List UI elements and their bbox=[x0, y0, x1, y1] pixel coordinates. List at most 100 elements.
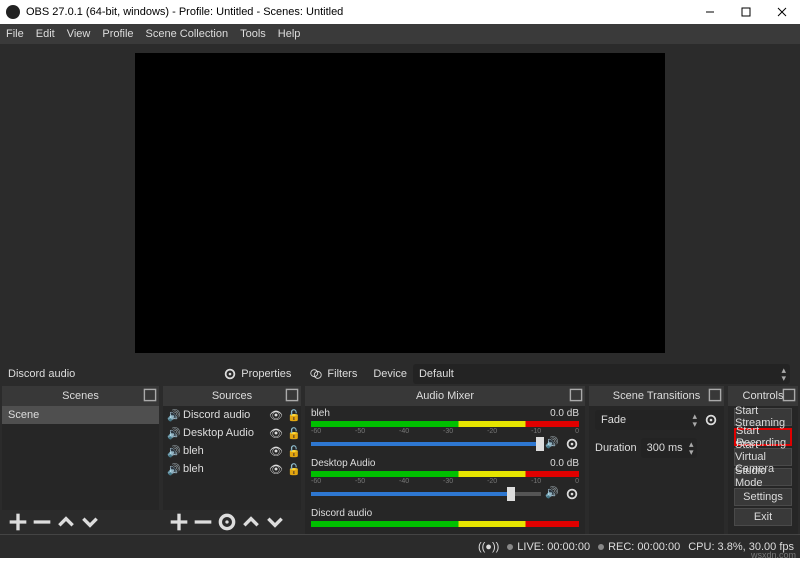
scene-add-button[interactable] bbox=[8, 512, 28, 532]
maximize-button[interactable] bbox=[728, 0, 764, 24]
menu-bar: File Edit View Profile Scene Collection … bbox=[0, 24, 800, 44]
lock-toggle[interactable]: 🔓 bbox=[287, 426, 301, 440]
start-streaming-button[interactable]: Start Streaming bbox=[734, 408, 792, 426]
controls-popout-icon[interactable] bbox=[782, 388, 796, 402]
meter-ticks: -60-50-40-30-20-100 bbox=[311, 478, 579, 484]
minimize-button[interactable] bbox=[692, 0, 728, 24]
close-button[interactable] bbox=[764, 0, 800, 24]
duration-input[interactable]: 300 ms ▴▾ bbox=[641, 438, 697, 458]
window-titlebar: OBS 27.0.1 (64-bit, windows) - Profile: … bbox=[0, 0, 800, 24]
controls-header: Controls bbox=[728, 386, 798, 406]
speaker-icon: 🔊 bbox=[167, 463, 179, 476]
sources-popout-icon[interactable] bbox=[285, 388, 299, 402]
scene-remove-button[interactable] bbox=[32, 512, 52, 532]
mixer-popout-icon[interactable] bbox=[569, 388, 583, 402]
source-label: bleh bbox=[183, 463, 265, 475]
menu-file[interactable]: File bbox=[6, 28, 24, 40]
properties-button[interactable]: Properties bbox=[215, 364, 299, 384]
scene-down-button[interactable] bbox=[80, 512, 100, 532]
menu-tools[interactable]: Tools bbox=[240, 28, 266, 40]
source-settings-button[interactable] bbox=[217, 512, 237, 532]
level-meter bbox=[311, 471, 579, 477]
level-meter bbox=[311, 421, 579, 427]
visibility-toggle[interactable]: 👁 bbox=[269, 408, 283, 422]
source-down-button[interactable] bbox=[265, 512, 285, 532]
duration-label: Duration bbox=[595, 442, 637, 454]
updown-icon: ▴▾ bbox=[689, 440, 694, 456]
source-label: Desktop Audio bbox=[183, 427, 265, 439]
lock-toggle[interactable]: 🔓 bbox=[287, 408, 301, 422]
transitions-popout-icon[interactable] bbox=[708, 388, 722, 402]
start-virtual-camera-button[interactable]: Start Virtual Camera bbox=[734, 448, 792, 466]
source-remove-button[interactable] bbox=[193, 512, 213, 532]
lock-toggle[interactable]: 🔓 bbox=[287, 444, 301, 458]
broadcast-icon: ((●)) bbox=[478, 541, 499, 553]
mute-toggle[interactable]: 🔊 bbox=[545, 486, 561, 502]
source-toolbar: Discord audio Properties Filters Device … bbox=[0, 362, 800, 386]
transitions-title: Scene Transitions bbox=[613, 390, 700, 402]
volume-slider[interactable] bbox=[311, 492, 541, 496]
channel-name: Desktop Audio bbox=[311, 458, 376, 469]
speaker-icon: 🔊 bbox=[167, 409, 179, 422]
scenes-popout-icon[interactable] bbox=[143, 388, 157, 402]
menu-profile[interactable]: Profile bbox=[102, 28, 133, 40]
rec-status: REC: 00:00:00 bbox=[608, 541, 680, 553]
filter-icon bbox=[309, 367, 323, 381]
settings-button[interactable]: Settings bbox=[734, 488, 792, 506]
scenes-header: Scenes bbox=[2, 386, 159, 406]
studio-mode-button[interactable]: Studio Mode bbox=[734, 468, 792, 486]
source-row[interactable]: 🔊 bleh 👁 🔓 bbox=[163, 442, 301, 460]
visibility-toggle[interactable]: 👁 bbox=[269, 444, 283, 458]
exit-button[interactable]: Exit bbox=[734, 508, 792, 526]
transition-select[interactable]: Fade ▴▾ bbox=[595, 410, 700, 430]
channel-settings-icon[interactable] bbox=[565, 487, 579, 501]
scenes-title: Scenes bbox=[62, 390, 99, 402]
rec-dot-icon bbox=[598, 544, 604, 550]
live-status: LIVE: 00:00:00 bbox=[517, 541, 590, 553]
mixer-body: bleh 0.0 dB -60-50-40-30-20-100 🔊 Desktop… bbox=[305, 406, 585, 534]
source-label: bleh bbox=[183, 445, 265, 457]
scene-item[interactable]: Scene bbox=[2, 406, 159, 424]
scenes-list[interactable]: Scene bbox=[2, 406, 159, 510]
speaker-icon: 🔊 bbox=[167, 445, 179, 458]
source-row[interactable]: 🔊 Desktop Audio 👁 🔓 bbox=[163, 424, 301, 442]
sources-list[interactable]: 🔊 Discord audio 👁 🔓 🔊 Desktop Audio 👁 🔓 … bbox=[163, 406, 301, 510]
mixer-channel: Discord audio bbox=[305, 506, 585, 531]
channel-db: 0.0 dB bbox=[550, 408, 579, 419]
menu-edit[interactable]: Edit bbox=[36, 28, 55, 40]
transition-settings-icon[interactable] bbox=[704, 413, 718, 427]
source-row[interactable]: 🔊 Discord audio 👁 🔓 bbox=[163, 406, 301, 424]
watermark: wsxdn.com bbox=[751, 550, 796, 560]
channel-name: Discord audio bbox=[311, 508, 372, 519]
device-select[interactable]: Default ▴▾ bbox=[413, 364, 790, 384]
transitions-header: Scene Transitions bbox=[589, 386, 724, 406]
channel-name: bleh bbox=[311, 408, 330, 419]
sources-title: Sources bbox=[212, 390, 252, 402]
scene-transitions-dock: Scene Transitions Fade ▴▾ Duration 300 m… bbox=[589, 386, 724, 534]
channel-settings-icon[interactable] bbox=[565, 437, 579, 451]
menu-scene-collection[interactable]: Scene Collection bbox=[146, 28, 229, 40]
volume-slider[interactable] bbox=[311, 442, 541, 446]
lock-toggle[interactable]: 🔓 bbox=[287, 462, 301, 476]
source-label: Discord audio bbox=[183, 409, 265, 421]
scene-up-button[interactable] bbox=[56, 512, 76, 532]
visibility-toggle[interactable]: 👁 bbox=[269, 426, 283, 440]
controls-dock: Controls Start Streaming Start Recording… bbox=[728, 386, 798, 534]
audio-mixer-dock: Audio Mixer bleh0.0 dB -60-50-40-30-20-1… bbox=[305, 386, 585, 534]
channel-db: 0.0 dB bbox=[550, 458, 579, 469]
visibility-toggle[interactable]: 👁 bbox=[269, 462, 283, 476]
source-row[interactable]: 🔊 bleh 👁 🔓 bbox=[163, 460, 301, 478]
menu-help[interactable]: Help bbox=[278, 28, 301, 40]
mute-toggle[interactable]: 🔊 bbox=[545, 436, 561, 452]
preview-canvas[interactable] bbox=[135, 53, 665, 353]
filters-button[interactable]: Filters bbox=[301, 364, 365, 384]
filters-label: Filters bbox=[327, 368, 357, 380]
transition-value: Fade bbox=[601, 414, 626, 426]
source-add-button[interactable] bbox=[169, 512, 189, 532]
speaker-icon: 🔊 bbox=[167, 427, 179, 440]
menu-view[interactable]: View bbox=[67, 28, 91, 40]
source-up-button[interactable] bbox=[241, 512, 261, 532]
updown-icon: ▴▾ bbox=[781, 366, 786, 382]
scenes-dock: Scenes Scene bbox=[2, 386, 159, 534]
updown-icon: ▴▾ bbox=[692, 412, 697, 428]
